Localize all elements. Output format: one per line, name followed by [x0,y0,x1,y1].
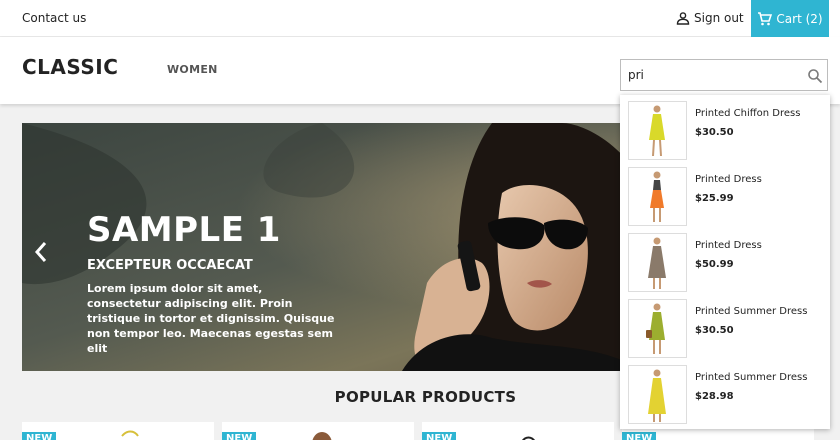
product-thumbnail [121,430,139,437]
search-icon[interactable] [807,68,823,84]
suggestion-price: $30.50 [695,325,734,336]
product-card[interactable]: NEW [22,422,214,440]
suggestion-thumbnail [628,299,687,358]
user-icon [676,12,690,25]
new-badge: NEW [622,432,657,440]
product-card[interactable]: NEW [222,422,414,440]
suggestion-thumbnail [628,101,687,160]
search-suggestions-dropdown: Printed Chiffon Dress $30.50 Printed Dre… [620,95,830,429]
dress-model-image [648,237,666,289]
suggestion-name: Printed Chiffon Dress [695,108,801,119]
dress-model-image [650,171,664,222]
top-right-edge [829,0,840,37]
dress-model-image [646,303,665,354]
suggestion-thumbnail [628,167,687,226]
suggestion-thumbnail [628,365,687,424]
cart-label: Cart (2) [776,11,823,26]
suggestion-name: Printed Dress [695,240,762,251]
suggestion-price: $30.50 [695,127,734,138]
site-logo[interactable]: CLASSIC [22,55,118,79]
suggestion-name: Printed Dress [695,174,762,185]
slide-title: SAMPLE 1 [87,210,281,250]
suggestion-name: Printed Summer Dress [695,306,808,317]
suggestion-price: $50.99 [695,259,734,270]
suggestion-item[interactable]: Printed Dress $50.99 [628,233,824,293]
shopping-cart-icon [758,11,773,25]
suggestion-item[interactable]: Printed Summer Dress $28.98 [628,365,824,425]
menu-item-women[interactable]: WOMEN [167,63,218,76]
suggestion-item[interactable]: Printed Chiffon Dress $30.50 [628,101,824,161]
slide-subtitle: EXCEPTEUR OCCAECAT [87,258,253,273]
sign-out-label: Sign out [694,11,744,25]
top-nav: Contact us Sign out Cart (2) [0,0,840,37]
slider-prev-arrow-icon[interactable] [34,241,48,263]
suggestion-price: $25.99 [695,193,734,204]
suggestion-price: $28.98 [695,391,734,402]
search-input[interactable] [621,60,801,90]
search-box [620,59,828,91]
dress-model-image [648,369,666,422]
cart-button[interactable]: Cart (2) [751,0,829,37]
product-thumbnail [312,432,332,440]
site-header: CLASSIC WOMEN [0,37,840,104]
product-thumbnail [522,436,535,440]
suggestion-item[interactable]: Printed Summer Dress $30.50 [628,299,824,359]
contact-us-link[interactable]: Contact us [22,11,86,25]
slide-text: Lorem ipsum dolor sit amet, consectetur … [87,282,335,355]
dress-model-image [649,105,665,157]
suggestion-thumbnail [628,233,687,292]
suggestion-name: Printed Summer Dress [695,372,808,383]
suggestion-item[interactable]: Printed Dress $25.99 [628,167,824,227]
sign-out-link[interactable]: Sign out [676,11,744,25]
product-card[interactable]: NEW [422,422,614,440]
